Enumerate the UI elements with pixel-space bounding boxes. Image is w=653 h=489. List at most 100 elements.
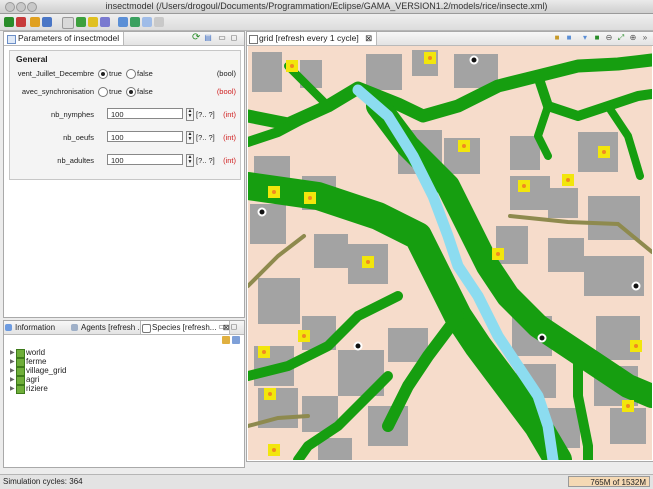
radio-true-label: true — [109, 87, 122, 96]
tab-species[interactable]: Species [refresh... ⊠ — [140, 321, 231, 334]
param-row-synchronisation: avec_synchronisation true false (bool) — [10, 85, 240, 99]
param-label: nb_nymphes — [51, 110, 94, 119]
maximize-view-icon[interactable]: ◻ — [230, 323, 238, 331]
radio-false[interactable] — [126, 87, 136, 97]
close-tab-icon[interactable]: ⊠ — [365, 33, 372, 43]
field-plot — [366, 54, 402, 90]
stop-icon[interactable] — [16, 17, 26, 27]
refresh-icon[interactable]: ⟳ — [192, 33, 200, 43]
farm-marker — [562, 174, 574, 186]
view-icon[interactable] — [142, 17, 152, 27]
field-plot — [548, 238, 584, 272]
reload-icon[interactable] — [42, 17, 52, 27]
param-label: nb_oeufs — [63, 133, 94, 142]
more-icon[interactable]: » — [641, 34, 649, 42]
radio-false-label: false — [137, 69, 153, 78]
species-toolbar-icon-2[interactable] — [232, 336, 240, 344]
general-section: General vent_Juillet_Decembre true false… — [9, 50, 241, 180]
radio-true[interactable] — [98, 69, 108, 79]
nb-nymphes-stepper[interactable]: ▲ ▼ — [186, 108, 194, 121]
export-icon[interactable] — [100, 17, 110, 27]
farm-marker — [258, 346, 270, 358]
farm-dot — [428, 56, 432, 60]
tab-species-label: Species [refresh... — [152, 323, 217, 332]
minimize-view-icon[interactable]: ▭ — [218, 323, 226, 331]
zoom-out-icon[interactable]: ⊖ — [605, 34, 613, 42]
farm-marker — [268, 186, 280, 198]
tree-item-village-grid[interactable]: ▶ village_grid — [10, 366, 66, 376]
pause-icon[interactable] — [88, 17, 98, 27]
param-row-nb-nymphes: nb_nymphes 100 ▲ ▼ [?.. ?] (int) — [10, 108, 240, 122]
species-toolbar-icon[interactable] — [222, 336, 230, 344]
tree-item-ferme[interactable]: ▶ ferme — [10, 357, 66, 367]
display-icon[interactable] — [130, 17, 140, 27]
minimize-view-icon[interactable]: ▭ — [218, 34, 226, 42]
farm-dot — [626, 404, 630, 408]
zoom-fit-icon[interactable]: ■ — [593, 34, 601, 42]
farm-dot — [272, 190, 276, 194]
tree-item-riziere[interactable]: ▶ riziere — [10, 384, 66, 394]
farm-marker — [518, 180, 530, 192]
zoom-in-icon[interactable]: ⊕ — [629, 34, 637, 42]
tree-item-label: agri — [26, 375, 40, 384]
fullscreen-icon[interactable]: ⤢ — [617, 34, 625, 42]
step-icon[interactable] — [30, 17, 40, 27]
tab-agents[interactable]: Agents [refresh ... — [70, 321, 144, 334]
snapshot-icon[interactable] — [154, 17, 164, 27]
radio-true-label: true — [109, 69, 122, 78]
nb-oeufs-stepper[interactable]: ▲ ▼ — [186, 131, 194, 144]
snapshot-icon[interactable]: ■ — [553, 34, 561, 42]
memory-indicator[interactable]: 765M of 1532M — [568, 476, 650, 487]
nb-nymphes-input[interactable]: 100 — [107, 108, 183, 119]
farm-dot — [566, 178, 570, 182]
tab-information-label: Information — [15, 323, 56, 332]
param-range: [?.. ?] — [196, 156, 215, 165]
farm-marker — [268, 444, 280, 456]
layers-icon[interactable]: ▾ — [581, 34, 589, 42]
species-icon — [142, 324, 151, 333]
farm-dot — [496, 252, 500, 256]
farm-dot — [268, 392, 272, 396]
grid-display[interactable] — [248, 46, 652, 460]
grid-tab-label: grid [refresh every 1 cycle] — [259, 33, 359, 43]
parameters-view: Parameters of insectmodel ⟳ ▤ ▭ ◻ Genera… — [3, 31, 245, 318]
main-toolbar — [0, 14, 653, 31]
run-icon[interactable] — [4, 17, 14, 27]
layout-icon[interactable] — [118, 17, 128, 27]
sync-icon[interactable]: ■ — [565, 34, 573, 42]
tree-item-world[interactable]: ▶ world — [10, 348, 66, 358]
field-plot — [596, 316, 640, 360]
nb-adultes-stepper[interactable]: ▲ ▼ — [186, 154, 194, 167]
status-bar: Simulation cycles: 364 765M of 1532M — [0, 474, 653, 489]
field-plot — [252, 52, 282, 92]
species-view: Information Agents [refresh ... Species … — [3, 320, 245, 468]
field-plot — [510, 136, 540, 170]
tab-grid[interactable]: grid [refresh every 1 cycle] ⊠ — [247, 32, 378, 45]
tree-item-label: world — [26, 348, 46, 357]
tree-item-agri[interactable]: ▶ agri — [10, 375, 66, 385]
experiment-icon[interactable] — [76, 17, 86, 27]
field-plot — [258, 278, 300, 324]
tab-information[interactable]: Information — [4, 321, 55, 334]
maximize-view-icon[interactable]: ◻ — [230, 34, 238, 42]
param-label: vent_Juillet_Decembre — [17, 69, 94, 78]
radio-false-label: false — [137, 87, 153, 96]
param-label: avec_synchronisation — [21, 87, 94, 96]
insect-agent — [469, 55, 479, 65]
farm-dot — [308, 196, 312, 200]
nb-adultes-input[interactable]: 100 — [107, 154, 183, 165]
farm-marker — [598, 146, 610, 158]
new-file-icon[interactable] — [62, 17, 74, 29]
expand-icon[interactable]: ▶ — [10, 385, 15, 394]
farm-dot — [262, 350, 266, 354]
param-type: (int) — [223, 156, 236, 165]
radio-false[interactable] — [126, 69, 136, 79]
radio-true[interactable] — [98, 87, 108, 97]
nb-oeufs-input[interactable]: 100 — [107, 131, 183, 142]
tab-parameters[interactable]: Parameters of insectmodel — [4, 32, 125, 45]
grid-view-header: grid [refresh every 1 cycle] ⊠ ■ ■ ▾ ■ ⊖… — [247, 32, 653, 46]
grid-view: grid [refresh every 1 cycle] ⊠ ■ ■ ▾ ■ ⊖… — [246, 31, 653, 462]
reset-icon[interactable]: ▤ — [204, 34, 212, 42]
field-plot — [250, 204, 286, 244]
farm-marker — [362, 256, 374, 268]
